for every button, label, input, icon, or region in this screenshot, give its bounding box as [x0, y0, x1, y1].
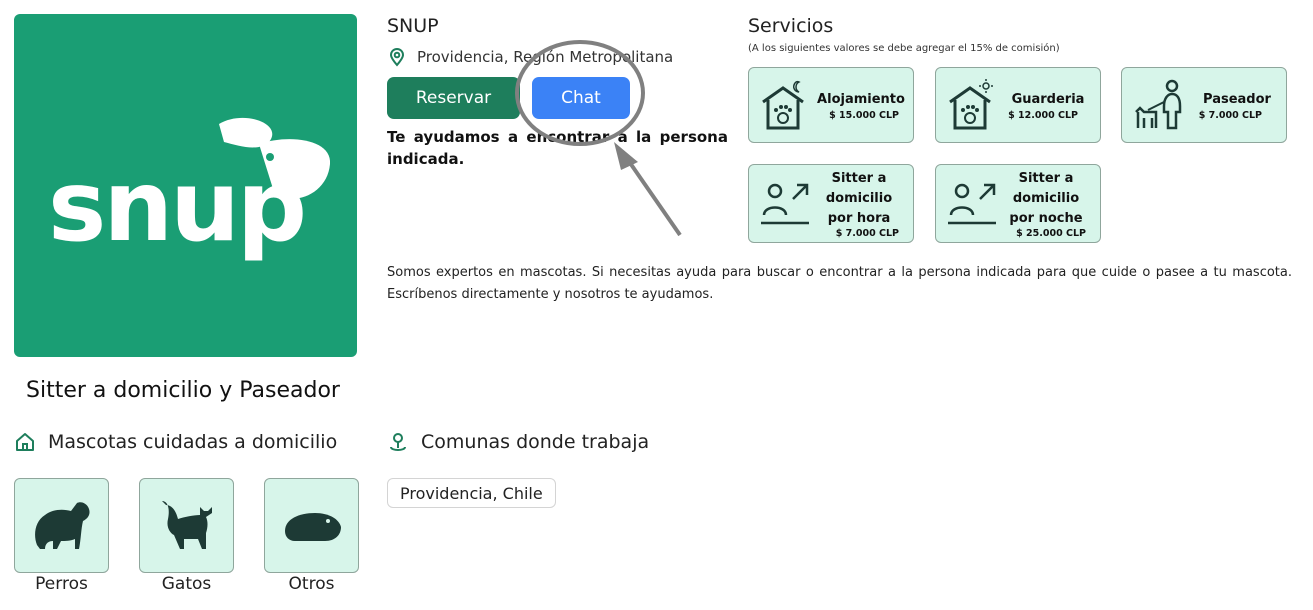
service-name-line: domicilio — [825, 191, 893, 206]
service-name: Paseador — [1203, 92, 1271, 107]
walker-dog-icon — [1135, 79, 1182, 130]
location-pin-icon — [389, 47, 405, 67]
pet-label-cats: Gatos — [161, 574, 212, 594]
services-title: Servicios — [748, 15, 834, 37]
service-name-line: domicilio — [1012, 191, 1080, 206]
profile-location: Providencia, Región Metropolitana — [387, 47, 673, 67]
service-card-alojamiento[interactable]: Alojamiento $ 15.000 CLP — [748, 67, 914, 143]
service-card-sitter-hora[interactable]: Sitter a domicilio por hora $ 7.000 CLP — [748, 164, 914, 243]
service-price: $ 7.000 CLP — [835, 228, 899, 239]
pet-card-dogs — [14, 478, 109, 573]
service-name: Guarderia — [1011, 92, 1085, 107]
service-price: $ 7.000 CLP — [1198, 110, 1262, 121]
profile-name: SNUP — [387, 15, 439, 37]
service-name-line: Sitter a — [831, 171, 887, 186]
pointer-arrow-shaft — [626, 158, 682, 237]
reserve-button[interactable]: Reservar — [387, 77, 520, 119]
map-pin-icon — [390, 433, 406, 451]
location-text: Providencia, Región Metropolitana — [417, 48, 674, 66]
cat-icon — [162, 501, 212, 549]
pet-card-others — [264, 478, 359, 573]
service-card-sitter-noche[interactable]: Sitter a domicilio por noche $ 25.000 CL… — [935, 164, 1101, 243]
service-name-line: Sitter a — [1018, 171, 1074, 186]
home-icon — [16, 433, 34, 451]
sitter-arrow-icon — [761, 183, 809, 225]
pets-section-title: Mascotas cuidadas a domicilio — [48, 431, 338, 453]
hamster-icon — [285, 513, 341, 541]
pet-label-dogs: Perros — [35, 574, 88, 594]
profile-subtitle: Sitter a domicilio y Paseador — [26, 378, 340, 403]
service-name-line: por noche — [1009, 211, 1083, 226]
communes-section-header: Comunas donde trabaja — [387, 431, 649, 453]
house-moon-paw-icon — [762, 80, 804, 130]
pets-section-header: Mascotas cuidadas a domicilio — [14, 431, 337, 453]
pet-label-others: Otros — [288, 574, 335, 594]
snup-logo-icon: snup — [48, 117, 331, 264]
sitter-arrow-icon — [948, 183, 996, 225]
service-price: $ 12.000 CLP — [1008, 110, 1078, 121]
communes-section-title: Comunas donde trabaja — [421, 431, 650, 453]
service-price: $ 15.000 CLP — [829, 110, 899, 121]
service-name-line: por hora — [827, 211, 891, 226]
help-text: Te ayudamos a encontrar a la persona ind… — [387, 128, 728, 168]
services-note: (A los siguientes valores se debe agrega… — [748, 43, 1060, 54]
profile-description: Somos expertos en mascotas. Si necesitas… — [387, 265, 1292, 302]
commune-chip: Providencia, Chile — [387, 478, 556, 508]
chat-button[interactable]: Chat — [532, 77, 630, 119]
brand-logo: snup — [14, 14, 357, 357]
dog-icon — [35, 502, 90, 549]
service-card-guarderia[interactable]: Guarderia $ 12.000 CLP — [935, 67, 1101, 143]
svg-text:snup: snup — [48, 150, 304, 264]
house-sun-paw-icon — [949, 79, 993, 130]
service-name: Alojamiento — [817, 92, 905, 107]
service-card-paseador[interactable]: Paseador $ 7.000 CLP — [1121, 67, 1287, 143]
service-price: $ 25.000 CLP — [1016, 228, 1086, 239]
pet-card-cats — [139, 478, 234, 573]
